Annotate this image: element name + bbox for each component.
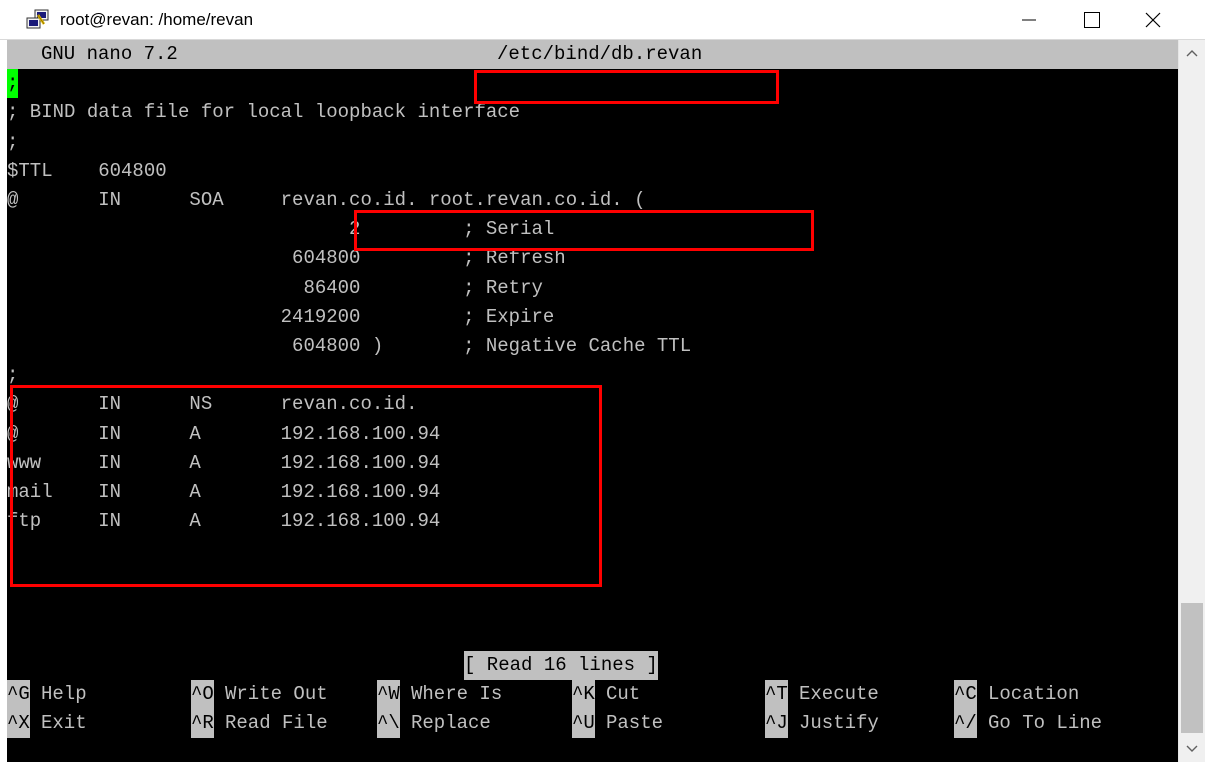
close-icon bbox=[1145, 12, 1161, 28]
file-line-text: 2 ; Serial bbox=[7, 218, 555, 241]
putty-terminal-icon[interactable] bbox=[26, 9, 50, 31]
shortcut-key: ^U bbox=[572, 709, 595, 739]
file-line-text: ; bbox=[7, 364, 19, 387]
shortcut-label: Read File bbox=[225, 712, 328, 734]
file-line-text: @ IN NS revan.co.id. bbox=[7, 393, 418, 416]
shortcut-label: Replace bbox=[411, 712, 491, 734]
file-line: 604800 ; Refresh bbox=[7, 244, 1178, 273]
file-line-text: 2419200 ; Expire bbox=[7, 305, 555, 328]
nano-version: GNU nano 7.2 bbox=[41, 43, 178, 65]
file-line: 2 ; Serial bbox=[7, 215, 1178, 244]
file-line: ; BIND data file for local loopback inte… bbox=[7, 98, 1178, 127]
shortcut-item[interactable]: ^/ Go To Line bbox=[954, 709, 1144, 739]
shortcut-label: Write Out bbox=[225, 683, 328, 705]
file-line: ; bbox=[7, 128, 1178, 157]
file-line: 2419200 ; Expire bbox=[7, 303, 1178, 332]
shortcut-key: ^T bbox=[765, 680, 788, 710]
file-line: @ IN NS revan.co.id. bbox=[7, 390, 1178, 419]
shortcut-item[interactable]: ^K Cut bbox=[572, 680, 762, 710]
file-line: ; bbox=[7, 69, 1178, 98]
shortcut-key: ^G bbox=[7, 680, 30, 710]
file-line-text: 604800 ) ; Negative Cache TTL bbox=[7, 335, 692, 357]
shortcut-item[interactable]: ^R Read File bbox=[191, 709, 381, 739]
shortcut-item[interactable]: ^T Execute bbox=[765, 680, 955, 710]
shortcut-label: Where Is bbox=[411, 683, 503, 705]
file-line-text: $TTL 604800 bbox=[7, 159, 167, 182]
shortcut-label: Paste bbox=[606, 712, 664, 734]
shortcut-item[interactable]: ^O Write Out bbox=[191, 680, 381, 710]
file-line: $TTL 604800 bbox=[7, 157, 1178, 186]
scroll-down-button[interactable] bbox=[1179, 736, 1205, 762]
shortcut-key: ^R bbox=[191, 709, 214, 739]
vertical-scrollbar[interactable] bbox=[1178, 40, 1205, 762]
file-line-text: ftp IN A 192.168.100.94 bbox=[7, 510, 441, 533]
minimize-button[interactable] bbox=[1000, 0, 1058, 40]
file-line-text: 604800 ; Refresh bbox=[7, 247, 566, 270]
shortcut-label: Help bbox=[41, 683, 87, 705]
shortcut-label: Go To Line bbox=[988, 712, 1103, 734]
shortcut-key: ^J bbox=[765, 709, 788, 739]
shortcut-item[interactable]: ^J Justify bbox=[765, 709, 955, 739]
nano-filename: /etc/bind/db.revan bbox=[497, 43, 703, 65]
file-line-text: www IN A 192.168.100.94 bbox=[7, 451, 441, 474]
file-line: 86400 ; Retry bbox=[7, 274, 1178, 303]
shortcut-item[interactable]: ^X Exit bbox=[7, 709, 197, 739]
shortcut-label: Execute bbox=[799, 683, 879, 705]
chevron-down-icon bbox=[1186, 745, 1198, 752]
shortcut-item[interactable]: ^G Help bbox=[7, 680, 197, 710]
nano-title-bar: GNU nano 7.2 /etc/bind/db.revan bbox=[7, 40, 1178, 69]
file-line-text: @ IN A 192.168.100.94 bbox=[7, 422, 441, 445]
scroll-thumb[interactable] bbox=[1181, 603, 1203, 733]
shortcut-key: ^K bbox=[572, 680, 595, 710]
shortcut-key: ^\ bbox=[377, 709, 400, 739]
file-line: @ IN A 192.168.100.94 bbox=[7, 420, 1178, 449]
minimize-icon bbox=[1022, 19, 1036, 21]
shortcut-key: ^C bbox=[954, 680, 977, 710]
shortcut-item[interactable]: ^W Where Is bbox=[377, 680, 567, 710]
window-title-bar: root@revan: /home/revan bbox=[0, 0, 1205, 40]
terminal-screen[interactable]: GNU nano 7.2 /etc/bind/db.revan ;; BIND … bbox=[7, 40, 1178, 762]
window-title: root@revan: /home/revan bbox=[60, 10, 254, 29]
shortcut-key: ^X bbox=[7, 709, 30, 739]
file-line: 604800 ) ; Negative Cache TTL bbox=[7, 332, 1178, 361]
file-line: ; bbox=[7, 361, 1178, 390]
shortcut-item[interactable]: ^C Location bbox=[954, 680, 1144, 710]
close-button[interactable] bbox=[1124, 0, 1182, 40]
file-line: @ IN SOA revan.co.id. root.revan.co.id. … bbox=[7, 186, 1178, 215]
shortcut-label: Location bbox=[988, 683, 1080, 705]
chevron-up-icon bbox=[1186, 50, 1198, 57]
file-line-text: mail IN A 192.168.100.94 bbox=[7, 481, 441, 503]
file-line: ftp IN A 192.168.100.94 bbox=[7, 507, 1178, 536]
file-line: mail IN A 192.168.100.94 bbox=[7, 478, 1178, 507]
shortcut-item[interactable]: ^\ Replace bbox=[377, 709, 567, 739]
shortcut-label: Cut bbox=[606, 683, 641, 705]
shortcut-key: ^O bbox=[191, 680, 214, 710]
shortcut-label: Justify bbox=[799, 712, 879, 734]
shortcut-label: Exit bbox=[41, 712, 87, 734]
file-line-text: ; BIND data file for local loopback inte… bbox=[7, 101, 521, 124]
scroll-up-button[interactable] bbox=[1179, 40, 1205, 66]
shortcut-key: ^/ bbox=[954, 709, 977, 739]
maximize-icon bbox=[1084, 12, 1100, 28]
file-line-text: @ IN SOA revan.co.id. root.revan.co.id. … bbox=[7, 189, 646, 211]
file-line-text: 86400 ; Retry bbox=[7, 276, 543, 299]
file-line: www IN A 192.168.100.94 bbox=[7, 449, 1178, 478]
text-cursor: ; bbox=[7, 69, 18, 99]
shortcut-item[interactable]: ^U Paste bbox=[572, 709, 762, 739]
status-message: [ Read 16 lines ] bbox=[464, 651, 658, 681]
file-line-text: ; bbox=[7, 130, 19, 153]
shortcut-key: ^W bbox=[377, 680, 400, 710]
maximize-button[interactable] bbox=[1063, 0, 1121, 40]
